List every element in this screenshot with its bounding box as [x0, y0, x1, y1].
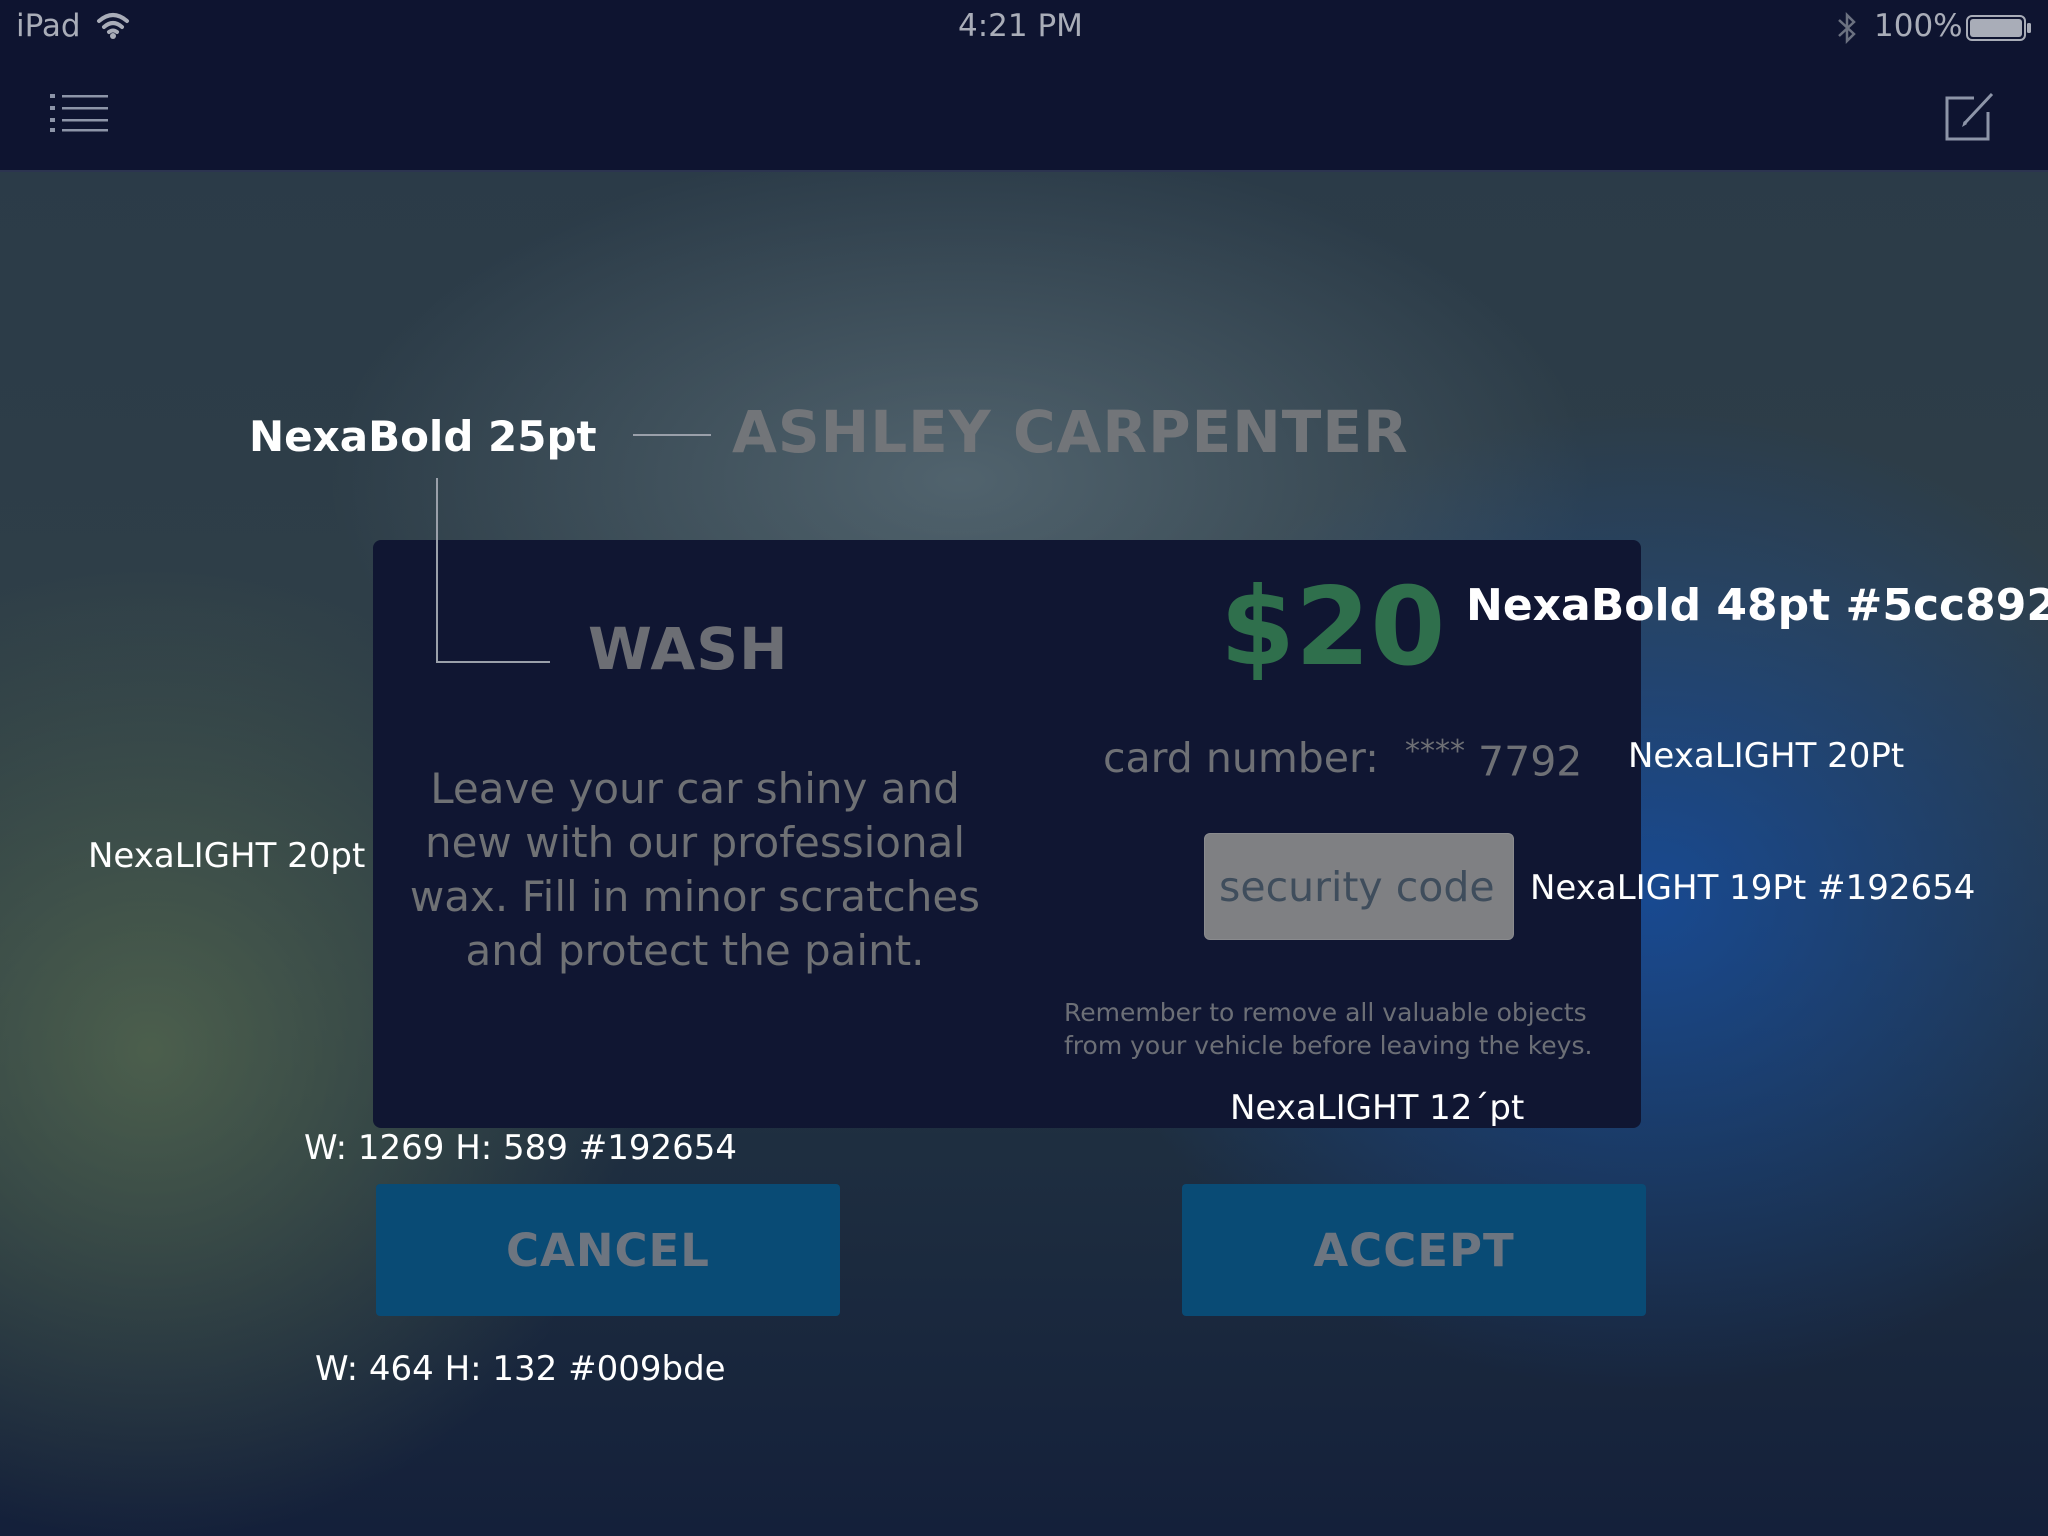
bluetooth-icon: [1836, 10, 1858, 54]
annotation-description-font: NexaLIGHT 20pt: [88, 836, 366, 876]
annotation-security-font: NexaLIGHT 19Pt #192654: [1530, 868, 1976, 908]
navigation-bar: [0, 56, 2048, 172]
annotation-reminder-font: NexaLIGHT 12´pt: [1230, 1088, 1525, 1128]
annotation-card-font: NexaLIGHT 20Pt: [1628, 736, 1905, 776]
card-number-value: **** 7792: [1405, 734, 1582, 786]
annotation-dialog-spec: W: 1269 H: 589 #192654: [304, 1128, 738, 1168]
wifi-icon: [96, 10, 130, 48]
annotation-price-font: NexaBold 48pt #5cc892: [1466, 580, 2048, 631]
cancel-button[interactable]: CANCEL: [376, 1184, 840, 1316]
service-annotation-vline: [436, 478, 438, 663]
name-annotation-line: [633, 434, 711, 436]
card-mask: ****: [1405, 734, 1465, 769]
service-price: $20: [1220, 565, 1446, 690]
accept-button[interactable]: ACCEPT: [1182, 1184, 1646, 1316]
compose-icon[interactable]: [1944, 90, 1996, 146]
list-menu-icon[interactable]: [50, 92, 110, 136]
battery-icon: [1966, 14, 2032, 50]
status-time: 4:21 PM: [958, 8, 1083, 44]
status-bar: iPad 4:21 PM 100%: [0, 0, 2048, 56]
annotation-name-font: NexaBold 25pt: [249, 412, 597, 461]
service-annotation-hline: [436, 661, 550, 663]
security-code-input[interactable]: [1204, 833, 1514, 940]
service-name: WASH: [588, 615, 789, 683]
app-screen: iPad 4:21 PM 100% ASHLEY CARPENTER WASH …: [0, 0, 2048, 1536]
customer-name: ASHLEY CARPENTER: [732, 398, 1409, 466]
device-label: iPad: [16, 8, 81, 44]
card-number-label: card number:: [1103, 734, 1379, 782]
reminder-text: Remember to remove all valuable objects …: [1064, 998, 1593, 1060]
card-last4: 7792: [1478, 737, 1583, 786]
annotation-button-spec: W: 464 H: 132 #009bde: [315, 1349, 726, 1389]
service-description: Leave your car shiny and new with our pr…: [409, 764, 981, 975]
battery-percent: 100%: [1874, 8, 1963, 44]
